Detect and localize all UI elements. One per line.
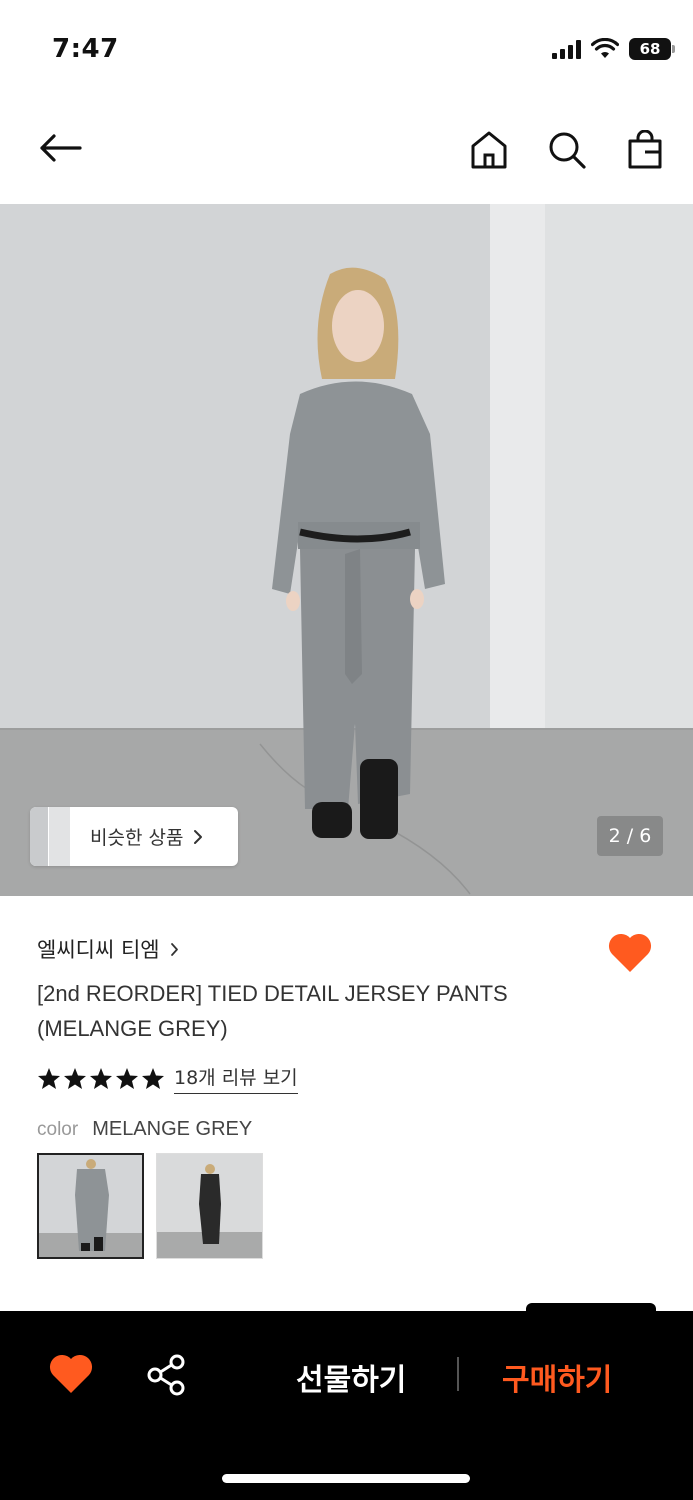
heart-icon	[608, 933, 652, 972]
chevron-right-icon	[194, 829, 203, 844]
star-icon	[64, 1068, 86, 1089]
bottom-wishlist-button[interactable]	[48, 1353, 94, 1397]
shopping-bag-icon	[628, 130, 662, 169]
signal-icon	[552, 39, 581, 59]
home-button[interactable]	[463, 124, 515, 176]
cart-button[interactable]	[619, 124, 671, 176]
swatch-image	[157, 1154, 262, 1258]
star-icon	[38, 1068, 60, 1089]
heart-icon	[49, 1354, 93, 1393]
share-button[interactable]	[144, 1353, 188, 1397]
chevron-right-icon	[170, 942, 178, 956]
battery-level: 68	[639, 40, 661, 58]
image-page-indicator: 2 / 6	[597, 816, 663, 856]
star-icon	[90, 1068, 112, 1089]
similar-products-label: 비슷한 상품	[90, 827, 184, 849]
bottom-action-bar: 선물하기 구매하기	[0, 1311, 693, 1500]
color-label: color	[37, 1119, 79, 1140]
product-photo	[0, 204, 693, 896]
similar-thumbnails	[30, 807, 72, 866]
status-bar: 7:47 68	[0, 0, 693, 100]
brand-name: 엘씨디씨 티엠	[37, 938, 160, 962]
rating-row: 18개 리뷰 보기	[37, 1063, 298, 1094]
review-link[interactable]: 18개 리뷰 보기	[174, 1063, 298, 1094]
color-swatch-black[interactable]	[156, 1153, 263, 1259]
search-icon	[549, 132, 586, 169]
divider	[457, 1357, 459, 1391]
rating-stars	[37, 1067, 165, 1090]
nav-bar	[0, 100, 693, 204]
product-title: [2nd REORDER] TIED DETAIL JERSEY PANTS (…	[37, 981, 508, 1041]
search-button[interactable]	[541, 124, 593, 176]
color-swatch-grey[interactable]	[37, 1153, 144, 1259]
similar-products-button[interactable]: 비슷한 상품	[30, 807, 238, 866]
wishlist-heart-button[interactable]	[607, 932, 653, 976]
color-value: MELANGE GREY	[92, 1118, 253, 1140]
star-icon	[142, 1068, 164, 1089]
battery-icon: 68	[629, 38, 675, 60]
star-icon	[116, 1068, 138, 1089]
color-row: color MELANGE GREY	[37, 1118, 252, 1141]
wifi-icon	[591, 38, 619, 58]
back-button[interactable]	[34, 126, 86, 170]
home-indicator	[222, 1474, 470, 1483]
buy-button[interactable]: 구매하기	[502, 1355, 612, 1399]
brand-link[interactable]: 엘씨디씨 티엠	[37, 934, 179, 964]
swatch-image	[39, 1155, 142, 1257]
back-arrow-icon	[40, 134, 82, 162]
product-image-carousel[interactable]: 비슷한 상품 2 / 6	[0, 204, 693, 896]
nav-actions	[463, 124, 671, 176]
status-icons: 68	[552, 38, 675, 60]
share-icon	[147, 1354, 185, 1396]
gift-button[interactable]: 선물하기	[296, 1355, 406, 1399]
color-swatches	[37, 1153, 263, 1259]
home-icon	[471, 131, 507, 169]
status-time: 7:47	[52, 34, 119, 64]
